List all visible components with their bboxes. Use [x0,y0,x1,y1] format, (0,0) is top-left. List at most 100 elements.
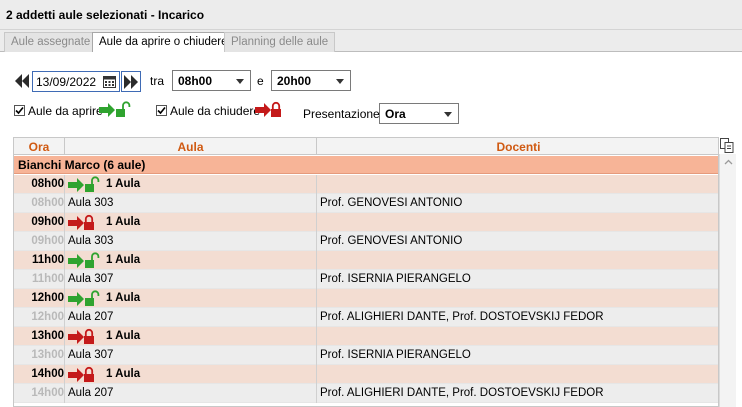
tab-aule-da-aprire-o-chiudere[interactable]: Aule da aprire o chiudere [92,32,235,53]
cell-ora: 08h00 [31,197,64,209]
arrow-unlock-icon [68,176,100,192]
from-time-select[interactable]: 08h00 [172,70,251,91]
table-row-summary[interactable]: 08h00 1 Aula [14,175,718,194]
column-divider [316,175,317,194]
cell-ora: 14h00 [31,368,64,380]
cell-ora: 09h00 [31,216,64,228]
cell-aula-count: 1 Aula [106,216,141,228]
copy-icon [720,138,734,153]
column-header-aula[interactable]: Aula [65,140,316,154]
window-title: 2 addetti aule selezionati - Incarico [6,8,205,22]
column-divider [316,289,317,308]
column-divider [316,194,317,213]
aule-da-chiudere-checkbox[interactable] [156,105,167,116]
to-time-value: 20h00 [277,74,312,88]
column-divider [64,346,65,365]
from-time-value: 08h00 [178,74,213,88]
chevron-down-icon [444,112,452,117]
column-divider [316,213,317,232]
table-row[interactable]: 09h00 Aula 303 Prof. GENOVESI ANTONIO [14,232,718,251]
checkmark-icon [15,106,24,115]
cell-ora: 12h00 [31,292,64,304]
column-header-ora[interactable]: Ora [14,140,64,154]
column-divider [316,251,317,270]
table-row[interactable]: 08h00 Aula 303 Prof. GENOVESI ANTONIO [14,194,718,213]
table-row-summary[interactable]: 11h00 1 Aula [14,251,718,270]
double-chevron-right-icon [124,74,138,89]
cell-docenti: Prof. GENOVESI ANTONIO [320,197,463,209]
table-row-summary[interactable]: 09h00 1 Aula [14,213,718,232]
aule-table: Ora Aula Docenti Bianchi Marco (6 aule) … [13,137,719,407]
arrow-lock-icon [68,214,94,230]
arrow-lock-icon [68,328,94,344]
cell-docenti: Prof. GENOVESI ANTONIO [320,235,463,247]
tra-label: tra [150,74,165,88]
chevron-down-icon [236,79,244,84]
prev-day-button[interactable] [14,72,30,90]
cell-aula: Aula 303 [68,197,114,209]
column-divider [316,232,317,251]
chevron-down-icon [336,79,344,84]
cell-aula: 1 Aula [68,252,141,268]
arrow-lock-icon [255,101,281,117]
cell-aula: 1 Aula [68,366,141,382]
tab-aule-assegnate[interactable]: Aule assegnate [4,32,98,52]
copy-button[interactable] [718,137,736,154]
table-row-summary[interactable]: 13h00 1 Aula [14,327,718,346]
aule-da-aprire-checkbox[interactable] [14,105,25,116]
next-day-button[interactable] [121,71,141,92]
column-divider [64,213,65,232]
table-row-summary[interactable]: 12h00 1 Aula [14,289,718,308]
cell-ora: 09h00 [31,235,64,247]
scroll-up-icon[interactable] [720,156,737,168]
date-field[interactable]: 13/09/2022 [32,71,120,92]
arrow-unlock-icon [68,290,100,306]
cell-docenti: Prof. ALIGHIERI DANTE, Prof. DOSTOEVSKIJ… [320,387,604,399]
column-divider [316,270,317,289]
presentazione-label: Presentazione [303,107,380,121]
group-label: Bianchi Marco (6 aule) [18,158,146,172]
calendar-icon[interactable] [103,75,116,88]
cell-aula: Aula 207 [68,311,114,323]
group-row[interactable]: Bianchi Marco (6 aule) [14,156,718,174]
cell-aula-count: 1 Aula [106,368,141,380]
cell-aula: 1 Aula [68,328,141,344]
table-row-summary[interactable]: 14h00 1 Aula [14,365,718,384]
aule-da-chiudere-label: Aule da chiudere [170,104,261,118]
tab-planning-delle-aule[interactable]: Planning delle aule [224,32,336,52]
date-value: 13/09/2022 [36,75,97,89]
to-time-select[interactable]: 20h00 [271,70,351,91]
cell-aula-count: 1 Aula [106,254,141,266]
column-divider [64,251,65,270]
column-divider [64,308,65,327]
arrow-unlock-icon [99,101,131,117]
table-row[interactable]: 13h00 Aula 307 Prof. ISERNIA PIERANGELO [14,346,718,365]
cell-docenti: Prof. ALIGHIERI DANTE, Prof. DOSTOEVSKIJ… [320,311,604,323]
column-header-docenti[interactable]: Docenti [317,140,718,154]
cell-aula-count: 1 Aula [106,330,141,342]
column-divider [64,384,65,403]
cell-aula: 1 Aula [68,176,141,192]
table-header: Ora Aula Docenti [14,138,718,155]
vertical-scrollbar[interactable] [719,154,736,407]
table-row[interactable]: 12h00 Aula 207 Prof. ALIGHIERI DANTE, Prof… [14,308,718,327]
presentazione-select[interactable]: Ora [379,103,459,124]
column-divider [316,327,317,346]
column-divider [64,327,65,346]
column-divider [64,289,65,308]
main-content: 13/09/2022 tra 08h00 e 20h00 Aule da apr… [0,52,742,407]
double-chevron-left-icon [15,74,29,88]
tab-bar: Aule assegnate Aule da aprire o chiudere… [0,30,742,53]
cell-docenti: Prof. ISERNIA PIERANGELO [320,349,471,361]
cell-ora: 08h00 [31,178,64,190]
aule-da-aprire-label: Aule da aprire [28,104,103,118]
column-divider [64,365,65,384]
cell-aula-count: 1 Aula [106,178,141,190]
cell-aula: Aula 307 [68,349,114,361]
table-row[interactable]: 14h00 Aula 207 Prof. ALIGHIERI DANTE, Prof… [14,384,718,403]
column-divider [316,308,317,327]
cell-ora: 13h00 [31,330,64,342]
cell-ora: 11h00 [32,273,64,285]
table-row[interactable]: 11h00 Aula 307 Prof. ISERNIA PIERANGELO [14,270,718,289]
column-divider [64,194,65,213]
